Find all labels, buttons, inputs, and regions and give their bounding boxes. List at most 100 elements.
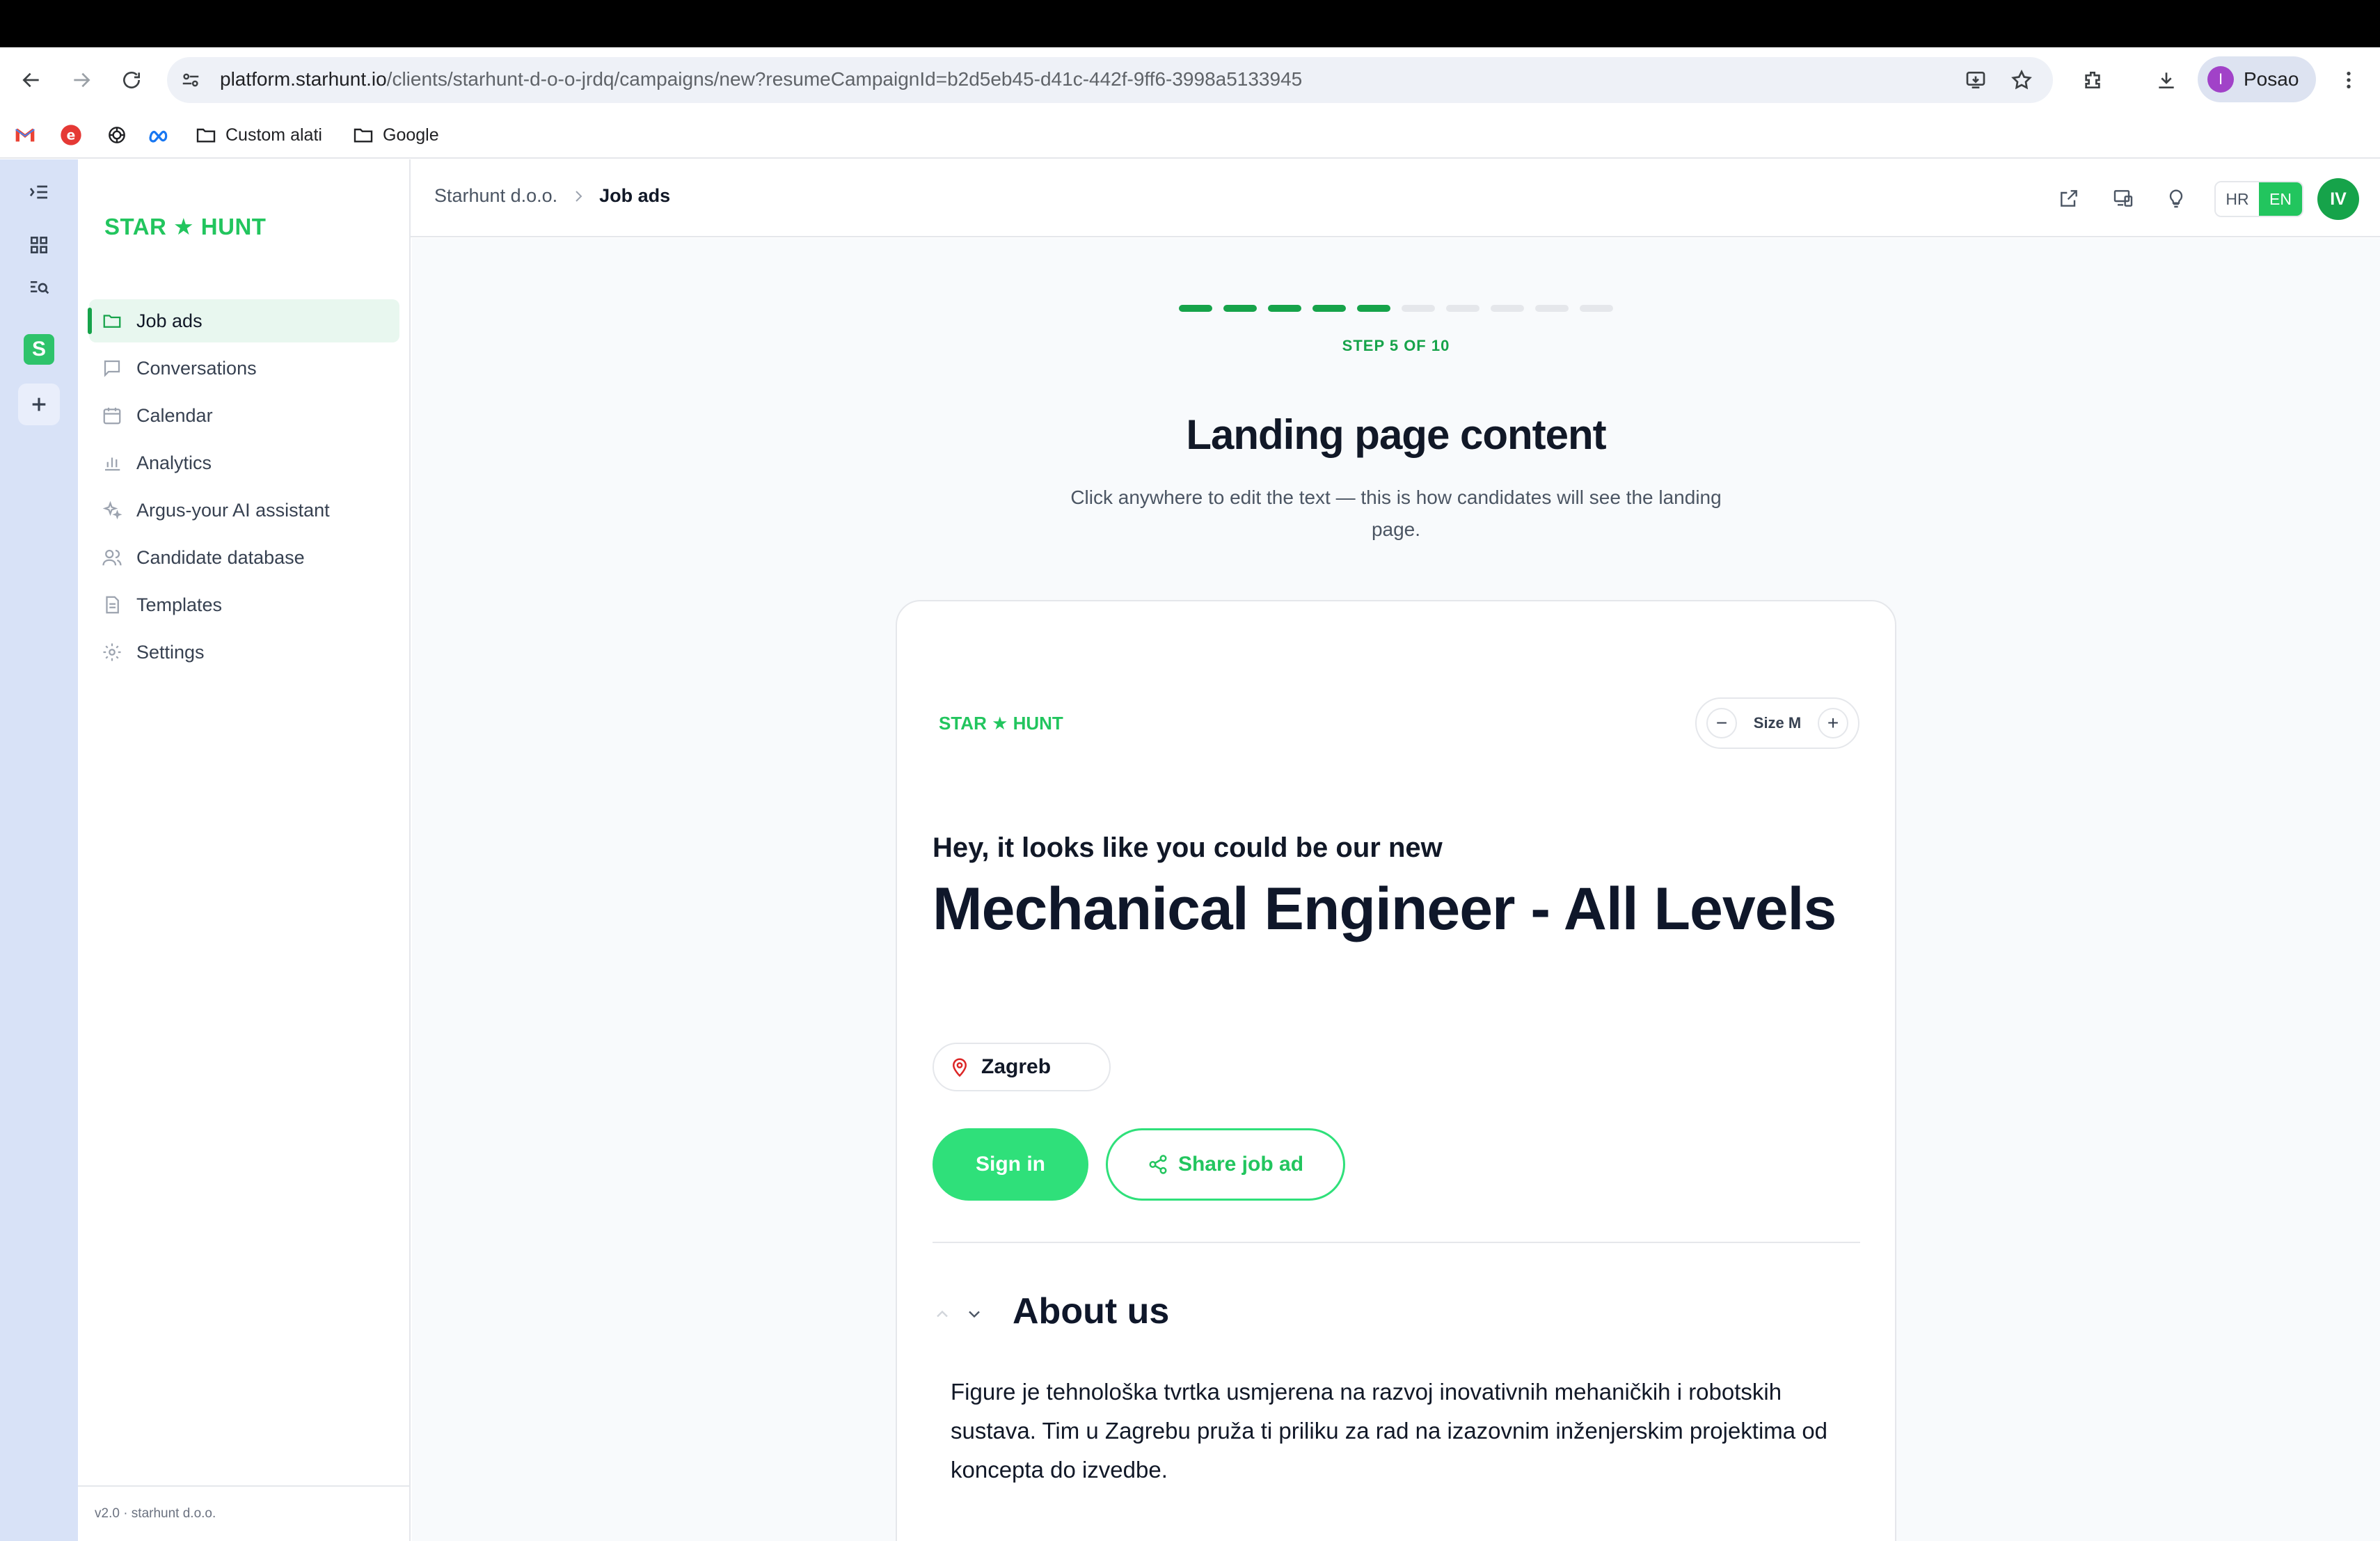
profile-avatar: I [2207,66,2234,93]
bookmark-e[interactable]: e [60,121,82,149]
sign-in-button[interactable]: Sign in [933,1128,1088,1201]
progress-segment [1535,305,1569,312]
page-subtitle: Click anywhere to edit the text — this i… [1070,487,1722,540]
bookmark-meta[interactable] [148,121,170,149]
more-vertical-icon [2347,72,2351,88]
tips-button[interactable] [2160,182,2192,214]
step-progress [1179,305,1615,313]
search-list-button[interactable] [18,266,60,308]
workspace-button[interactable]: S [24,334,54,365]
share-job-ad-button[interactable]: Share job ad [1106,1128,1345,1201]
breadcrumb: Starhunt d.o.o. Job ads [434,185,670,207]
bookmark-gmail[interactable] [14,121,36,149]
reload-button[interactable] [113,61,150,99]
lang-option-en[interactable]: EN [2259,182,2302,216]
list-search-icon [31,281,49,294]
back-button[interactable] [13,61,50,99]
meta-icon [149,130,168,143]
downloads-button[interactable] [2148,61,2185,99]
lightbulb-icon [2169,189,2183,208]
sidebar-item-label: Argus-your AI assistant [136,499,330,521]
sidebar-item-label: Job ads [136,310,203,331]
sidebar-item-label: Settings [136,641,205,663]
bookmark-folder-google[interactable]: Google [352,121,439,149]
sidebar-item-job-ads[interactable]: Job ads [88,299,399,342]
browser-menu-button[interactable] [2330,61,2367,99]
about-us-text[interactable]: Figure je tehnološka tvrtka usmjerena na… [951,1373,1855,1489]
apps-grid-button[interactable] [18,224,60,266]
sidebar-item-label: Calendar [136,404,213,426]
step-label: STEP 5 OF 10 [1342,337,1450,354]
svg-text:e: e [67,129,76,143]
bookmark-star-button[interactable] [2003,61,2040,99]
arrow-left-icon [22,72,39,88]
add-workspace-button[interactable] [18,384,60,425]
share-icon [1149,1155,1167,1174]
section-reorder-controls [933,1302,998,1327]
site-settings-icon[interactable] [175,65,206,95]
sidebar-footer: v2.0 · starhunt d.o.o. [78,1485,411,1541]
sidebar-item-analytics[interactable]: Analytics [89,441,399,484]
download-icon [2159,72,2174,88]
sidebar-item-conversations[interactable]: Conversations [89,347,399,390]
bookmark-folder-custom-alati[interactable]: Custom alati [195,121,322,149]
progress-segment [1580,305,1613,312]
reload-icon [123,72,140,88]
chevron-down-icon[interactable] [965,1304,984,1324]
os-top-bar [0,0,2380,47]
sidebar-item-templates[interactable]: Templates [89,583,399,626]
puzzle-icon [2085,72,2100,88]
extensions-button[interactable] [2074,61,2111,99]
language-switcher: HR EN [2214,181,2303,217]
sidebar-item-settings[interactable]: Settings [89,631,399,674]
about-us-title[interactable]: About us [1013,1290,1169,1332]
bar-chart-icon [105,457,120,471]
chevron-right-icon [576,190,582,202]
breadcrumb-company[interactable]: Starhunt d.o.o. [434,185,557,207]
folder-icon [103,315,121,328]
size-decrease-button[interactable]: − [1706,708,1737,738]
progress-segment [1446,305,1479,312]
url-path: /clients/starhunt-d-o-o-jrdq/campaigns/n… [386,68,1303,90]
bookmark-openai[interactable] [106,121,128,149]
grid-icon [30,237,47,253]
install-app-button[interactable] [1957,61,1994,99]
user-avatar[interactable]: IV [2317,178,2359,220]
progress-segment [1402,305,1435,312]
profile-chip[interactable]: I Posao [2198,56,2316,102]
size-label: Size M [1753,714,1802,732]
page-title: Landing page content [1186,411,1606,458]
app-rail [0,159,78,1541]
e-icon: e [61,125,81,145]
brand-logo[interactable]: STAR ★ HUNT [104,213,266,240]
progress-segment [1357,305,1390,312]
chevron-up-icon[interactable] [933,1304,952,1324]
open-external-button[interactable] [2053,182,2085,214]
plus-icon [32,397,46,411]
map-pin-icon [952,1058,967,1077]
section-divider [933,1242,1860,1243]
collapse-menu-icon [29,185,47,199]
url-text[interactable]: platform.starhunt.io/clients/starhunt-d-… [220,65,1302,93]
sidebar-item-argus[interactable]: Argus-your AI assistant [89,489,399,532]
users-icon [102,549,122,566]
greeting-text[interactable]: Hey, it looks like you could be our new [933,832,1443,864]
location-chip[interactable]: Zagreb [933,1043,1111,1091]
install-icon [1966,72,1985,88]
progress-segment [1312,305,1346,312]
openai-icon [109,127,125,143]
lang-option-hr[interactable]: HR [2216,182,2259,216]
progress-segment [1491,305,1524,312]
arrow-right-icon [74,72,90,88]
bookmark-label: Custom alati [225,125,322,145]
sidebar-item-label: Candidate database [136,546,305,568]
device-preview-button[interactable] [2107,182,2139,214]
folder-icon [196,128,216,143]
sidebar-item-candidate-database[interactable]: Candidate database [89,536,399,579]
job-title[interactable]: Mechanical Engineer - All Levels [933,873,1837,945]
size-increase-button[interactable]: + [1818,708,1848,738]
bookmark-label: Google [383,125,439,145]
sidebar-item-calendar[interactable]: Calendar [89,394,399,437]
forward-button[interactable] [63,61,100,99]
collapse-sidebar-button[interactable] [18,171,60,213]
